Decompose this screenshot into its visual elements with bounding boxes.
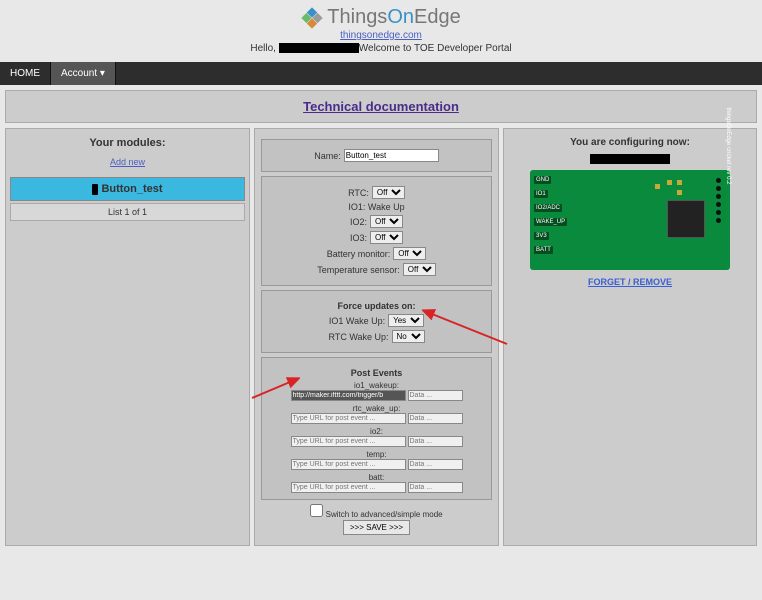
ev-rtc-url[interactable] xyxy=(291,413,406,424)
rtc-label: RTC: xyxy=(348,188,369,198)
hello-suffix: Welcome to TOE Developer Portal xyxy=(359,43,512,54)
io1w-label: IO1 Wake Up: xyxy=(329,316,385,326)
module-icon xyxy=(92,184,98,195)
config-now-title: You are configuring now: xyxy=(512,137,748,148)
modules-title: Your modules: xyxy=(8,137,247,149)
tech-doc-link[interactable]: Technical documentation xyxy=(303,99,459,114)
board-pad xyxy=(677,180,682,185)
io1-wake-label: IO1: Wake Up xyxy=(348,202,404,212)
switch-mode[interactable]: Switch to advanced/simple mode xyxy=(310,510,442,519)
switch-label: Switch to advanced/simple mode xyxy=(326,510,443,519)
add-new-link[interactable]: Add new xyxy=(8,157,247,167)
ev-io1-url[interactable] xyxy=(291,390,406,401)
pin-batt: BATT xyxy=(534,246,553,254)
ev-rtc-data[interactable] xyxy=(408,413,463,424)
preview-panel: You are configuring now: GND IO1 IO2/ADC… xyxy=(503,128,757,546)
module-item-selected[interactable]: Button_test xyxy=(10,177,245,201)
board-chip xyxy=(667,200,705,238)
brand-edge: Edge xyxy=(414,6,461,29)
board-pad xyxy=(655,184,660,189)
ev-temp-url[interactable] xyxy=(291,459,406,470)
io3-select[interactable]: Off xyxy=(370,231,403,244)
ev-temp-label: temp: xyxy=(266,450,487,459)
rtcw-label: RTC Wake Up: xyxy=(328,332,388,342)
nav-home[interactable]: HOME xyxy=(0,62,51,85)
module-name: Button_test xyxy=(101,183,162,195)
io1w-select[interactable]: Yes xyxy=(388,314,424,327)
ev-io2-label: io2: xyxy=(266,427,487,436)
rtcw-select[interactable]: No xyxy=(392,330,425,343)
header: ThingsOnEdge thingsonedge.com Hello, Wel… xyxy=(0,0,762,58)
batt-label: Battery monitor: xyxy=(327,249,391,259)
logo-icon xyxy=(301,7,323,29)
ev-batt-url[interactable] xyxy=(291,482,406,493)
name-label: Name: xyxy=(314,151,341,161)
ev-rtc-label: rtc_wake_up: xyxy=(266,404,487,413)
site-link[interactable]: thingsonedge.com xyxy=(340,30,422,41)
ev-temp-data[interactable] xyxy=(408,459,463,470)
ev-batt-label: batt: xyxy=(266,473,487,482)
nav-bar: HOME Account ▾ xyxy=(0,62,762,85)
forget-remove-link[interactable]: FORGET / REMOVE xyxy=(588,277,672,287)
io2-label: IO2: xyxy=(350,217,367,227)
pin-io1: IO1 xyxy=(534,190,548,198)
device-name-redacted xyxy=(590,154,670,164)
board-pad xyxy=(667,180,672,185)
io2-select[interactable]: Off xyxy=(370,215,403,228)
hello-text: Hello, Welcome to TOE Developer Portal xyxy=(0,43,762,54)
user-redacted xyxy=(279,43,359,53)
name-input[interactable] xyxy=(344,149,439,162)
board-image: GND IO1 IO2/ADC WAKE_UP 3V3 BATT thingsO… xyxy=(530,170,730,270)
doc-bar: Technical documentation xyxy=(5,90,757,123)
temp-select[interactable]: Off xyxy=(403,263,436,276)
brand-on: On xyxy=(387,6,414,29)
config-panel: Name: RTC:Off IO1: Wake Up IO2:Off IO3:O… xyxy=(254,128,499,546)
io3-label: IO3: xyxy=(350,233,367,243)
board-side-text: thingsOnEdge cricket rev 0.2 xyxy=(725,107,731,184)
pin-3v3: 3V3 xyxy=(534,232,549,240)
switch-checkbox[interactable] xyxy=(310,504,323,517)
pin-wakeup: WAKE_UP xyxy=(534,218,567,226)
batt-select[interactable]: Off xyxy=(393,247,426,260)
hello-prefix: Hello, xyxy=(250,43,278,54)
nav-account[interactable]: Account ▾ xyxy=(51,62,116,85)
pin-gnd: GND xyxy=(534,176,551,184)
save-button[interactable]: >>> SAVE >>> xyxy=(343,520,410,535)
ev-io2-data[interactable] xyxy=(408,436,463,447)
list-info: List 1 of 1 xyxy=(10,203,245,221)
rtc-select[interactable]: Off xyxy=(372,186,405,199)
board-holes xyxy=(711,175,725,265)
force-title: Force updates on: xyxy=(266,301,487,311)
logo: ThingsOnEdge xyxy=(0,6,762,29)
brand-things: Things xyxy=(327,6,387,29)
modules-panel: Your modules: Add new Button_test List 1… xyxy=(5,128,250,546)
ev-batt-data[interactable] xyxy=(408,482,463,493)
post-title: Post Events xyxy=(266,368,487,378)
board-pad xyxy=(677,190,682,195)
pin-io2: IO2/ADC xyxy=(534,204,562,212)
ev-io2-url[interactable] xyxy=(291,436,406,447)
ev-io1-label: io1_wakeup: xyxy=(266,381,487,390)
temp-label: Temperature sensor: xyxy=(317,265,400,275)
ev-io1-data[interactable] xyxy=(408,390,463,401)
